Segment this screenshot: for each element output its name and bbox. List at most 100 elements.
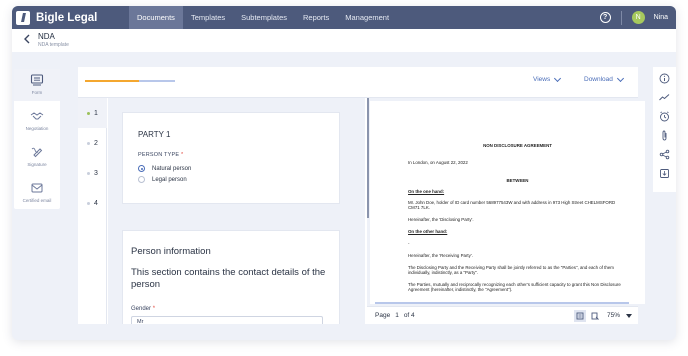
document-header: NDA NDA template [12, 29, 676, 52]
right-icon-rail [653, 67, 676, 192]
fit-page-icon[interactable] [589, 310, 601, 322]
user-name[interactable]: Nina [654, 14, 668, 21]
preview-tools: 75% [571, 309, 638, 322]
info-icon[interactable] [659, 73, 670, 84]
nav-item-management[interactable]: Management [337, 6, 397, 29]
clock-icon[interactable] [659, 111, 670, 122]
step-item[interactable]: 4 [78, 188, 107, 218]
chevron-down-icon [616, 74, 624, 82]
caret-down-icon [626, 313, 632, 318]
doc-party1-after: Hereinafter, the 'Disclosing Party'. [408, 217, 474, 222]
person-type-label: PERSON TYPE * [138, 152, 183, 158]
views-button[interactable]: Views [533, 74, 562, 83]
back-arrow-icon[interactable] [23, 34, 31, 47]
gender-select[interactable]: Mr [131, 316, 323, 324]
zoom-value: 75% [606, 312, 620, 319]
logo-icon [16, 10, 30, 25]
doc-place-date: In London, on August 22, 2022 [408, 160, 468, 165]
step-status-dot [87, 111, 91, 115]
radio-selected-icon [138, 165, 145, 172]
tool-signature-label: Signature [27, 162, 47, 167]
doc-party1-text: Mr. John Doe, holder of ID card number 5… [408, 200, 616, 211]
brand-name: Bigle Legal [36, 11, 98, 24]
step-item[interactable]: 2 [78, 128, 107, 158]
tool-negotiation[interactable]: Negotiation [14, 105, 60, 137]
export-icon[interactable] [659, 168, 670, 179]
step-list: 1 2 3 4 [78, 98, 107, 324]
step-item[interactable]: 3 [78, 158, 107, 188]
top-navigation-bar: Bigle Legal Documents Templates Subtempl… [12, 6, 676, 29]
step-status-dot [87, 141, 91, 145]
nav-item-subtemplates[interactable]: Subtemplates [233, 6, 295, 29]
page-title: NDA [38, 32, 55, 41]
tool-negotiation-label: Negotiation [25, 126, 49, 131]
doc-heading: NON DISCLOSURE AGREEMENT [483, 143, 552, 148]
doc-between: BETWEEN [506, 178, 529, 183]
doc-parties-text: The Disclosing Party and the Receiving P… [408, 265, 614, 276]
page-subtitle: NDA template [38, 42, 69, 48]
share-icon[interactable] [659, 149, 670, 160]
preview-horizontal-scrollbar[interactable] [375, 302, 629, 304]
single-page-view-icon[interactable] [573, 309, 586, 322]
gender-label: Gender * [131, 306, 155, 312]
step-item[interactable]: 1 [78, 98, 107, 128]
download-button[interactable]: Download [584, 74, 624, 83]
step-number: 3 [94, 169, 98, 177]
views-label: Views [533, 76, 551, 83]
preview-pager: Page 1 of 4 75% [367, 306, 638, 324]
progress-bar [85, 80, 175, 82]
form-scrollbar[interactable] [367, 98, 369, 218]
party-title: PARTY 1 [138, 130, 171, 139]
download-label: Download [584, 76, 613, 83]
document-preview: NON DISCLOSURE AGREEMENT In London, on A… [367, 98, 645, 324]
nav-item-documents[interactable]: Documents [129, 6, 183, 29]
tool-signature[interactable]: Signature [14, 141, 60, 173]
signature-icon [31, 147, 43, 158]
doc-party2-after: Hereinafter, the 'Receiving Party'. [408, 253, 473, 258]
email-icon [31, 183, 43, 193]
doc-other-hand: On the other hand: [408, 229, 448, 234]
document-page: NON DISCLOSURE AGREEMENT In London, on A… [370, 101, 645, 304]
help-icon[interactable]: ? [599, 12, 611, 23]
avatar[interactable]: N [631, 11, 645, 24]
party-card: PARTY 1 PERSON TYPE * Natural person Leg… [122, 112, 340, 204]
attachment-icon[interactable] [659, 130, 670, 141]
nav-item-templates[interactable]: Templates [183, 6, 233, 29]
step-number: 1 [94, 109, 98, 117]
step-number: 4 [94, 199, 98, 207]
step-status-dot [87, 171, 91, 175]
user-area: ? N Nina [599, 6, 676, 29]
gender-label-text: Gender [131, 306, 152, 312]
form-icon [30, 74, 44, 86]
form-area: PARTY 1 PERSON TYPE * Natural person Leg… [108, 98, 365, 324]
required-mark: * [152, 306, 156, 312]
tool-certified-email[interactable]: Certified email [14, 177, 60, 209]
radio-label: Legal person [152, 176, 187, 183]
main-nav: Documents Templates Subtemplates Reports… [129, 6, 397, 29]
brand[interactable]: Bigle Legal [12, 6, 129, 29]
app-window: Bigle Legal Documents Templates Subtempl… [12, 6, 676, 340]
radio-unselected-icon [138, 176, 145, 183]
step-number: 2 [94, 139, 98, 147]
tool-form-label: Form [31, 90, 43, 95]
radio-legal-person[interactable]: Legal person [138, 174, 191, 185]
divider [620, 10, 622, 25]
tool-column: Form Negotiation Signature Certified ema… [14, 69, 60, 209]
person-type-radio-group: Natural person Legal person [138, 163, 191, 185]
nav-item-reports[interactable]: Reports [295, 6, 337, 29]
doc-recognize-text: The Parties, mutually and reciprocally r… [408, 282, 621, 293]
main-panel: Views Download 1 2 3 4 PARTY 1 PERSON TY… [78, 67, 645, 324]
person-info-description: This section contains the contact detail… [131, 267, 326, 290]
page-label: Page [375, 312, 391, 319]
person-info-title: Person information [131, 246, 211, 257]
radio-natural-person[interactable]: Natural person [138, 163, 191, 174]
zoom-select[interactable]: 75% [607, 312, 632, 319]
activity-icon[interactable] [659, 92, 670, 103]
page-number-input[interactable]: 1 [395, 312, 399, 319]
tool-certified-email-label: Certified email [22, 198, 52, 203]
progress-fill [85, 80, 139, 82]
doc-one-hand: On the one hand: [408, 189, 445, 194]
tool-form[interactable]: Form [14, 69, 60, 101]
person-info-card: Person information This section contains… [122, 230, 340, 324]
person-type-label-text: PERSON TYPE [138, 152, 180, 158]
